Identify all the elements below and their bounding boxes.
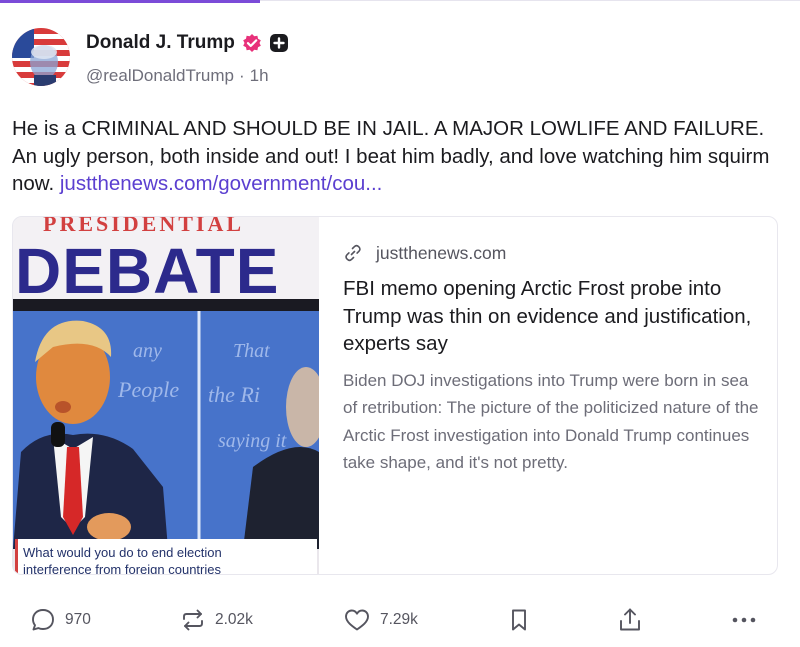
reply-bubble-icon [30, 607, 56, 633]
svg-text:any: any [133, 340, 162, 362]
reply-button[interactable]: 970 [30, 600, 91, 640]
link-card-domain: justthenews.com [376, 242, 507, 263]
reply-count: 970 [65, 611, 91, 628]
share-icon [616, 606, 644, 634]
verified-badge-icon [242, 33, 262, 53]
more-options-button[interactable] [730, 600, 758, 640]
share-button[interactable] [616, 600, 644, 640]
top-accent-bar [0, 0, 260, 3]
svg-text:saying it: saying it [218, 430, 287, 452]
like-count: 7.29k [380, 611, 418, 628]
image-caption-line-2: interference from foreign countries [23, 562, 221, 575]
link-card-body: justthenews.com FBI memo opening Arctic … [343, 239, 763, 477]
post-header: Donald J. Trump @realDonaldTrump · 1h [12, 28, 289, 86]
post-time[interactable]: 1h [250, 66, 269, 86]
plus-square-icon[interactable] [269, 33, 289, 53]
link-card-source: justthenews.com [343, 239, 763, 267]
link-card-image[interactable]: PRESIDENTIAL DEBATE any That People the … [13, 217, 319, 575]
repost-icon [180, 607, 206, 633]
like-button[interactable]: 7.29k [343, 600, 418, 640]
svg-text:That: That [233, 340, 270, 362]
image-banner-top: PRESIDENTIAL [43, 217, 244, 236]
heart-icon [343, 607, 371, 633]
top-divider [260, 0, 800, 1]
link-card-description: Biden DOJ investigations into Trump were… [343, 370, 759, 473]
user-handle[interactable]: @realDonaldTrump [86, 66, 234, 86]
svg-text:People: People [117, 377, 179, 402]
more-dots-icon [730, 607, 758, 633]
meta-separator: · [238, 66, 245, 85]
post-actions: 970 2.02k 7.29k [0, 600, 800, 640]
image-caption-line-1: What would you do to end election [23, 545, 222, 560]
avatar[interactable] [12, 28, 70, 86]
post-text: He is a CRIMINAL AND SHOULD BE IN JAIL. … [12, 115, 772, 198]
display-name[interactable]: Donald J. Trump [86, 32, 235, 54]
link-card[interactable]: PRESIDENTIAL DEBATE any That People the … [12, 216, 778, 575]
bookmark-button[interactable] [506, 600, 532, 640]
link-card-title[interactable]: FBI memo opening Arctic Frost probe into… [343, 275, 763, 358]
repost-count: 2.02k [215, 611, 253, 628]
repost-button[interactable]: 2.02k [180, 600, 253, 640]
post-link[interactable]: justthenews.com/government/cou... [60, 172, 382, 195]
bookmark-icon [506, 607, 532, 633]
link-icon [343, 243, 363, 263]
svg-text:the Ri: the Ri [208, 382, 260, 407]
image-banner: DEBATE [15, 235, 279, 307]
